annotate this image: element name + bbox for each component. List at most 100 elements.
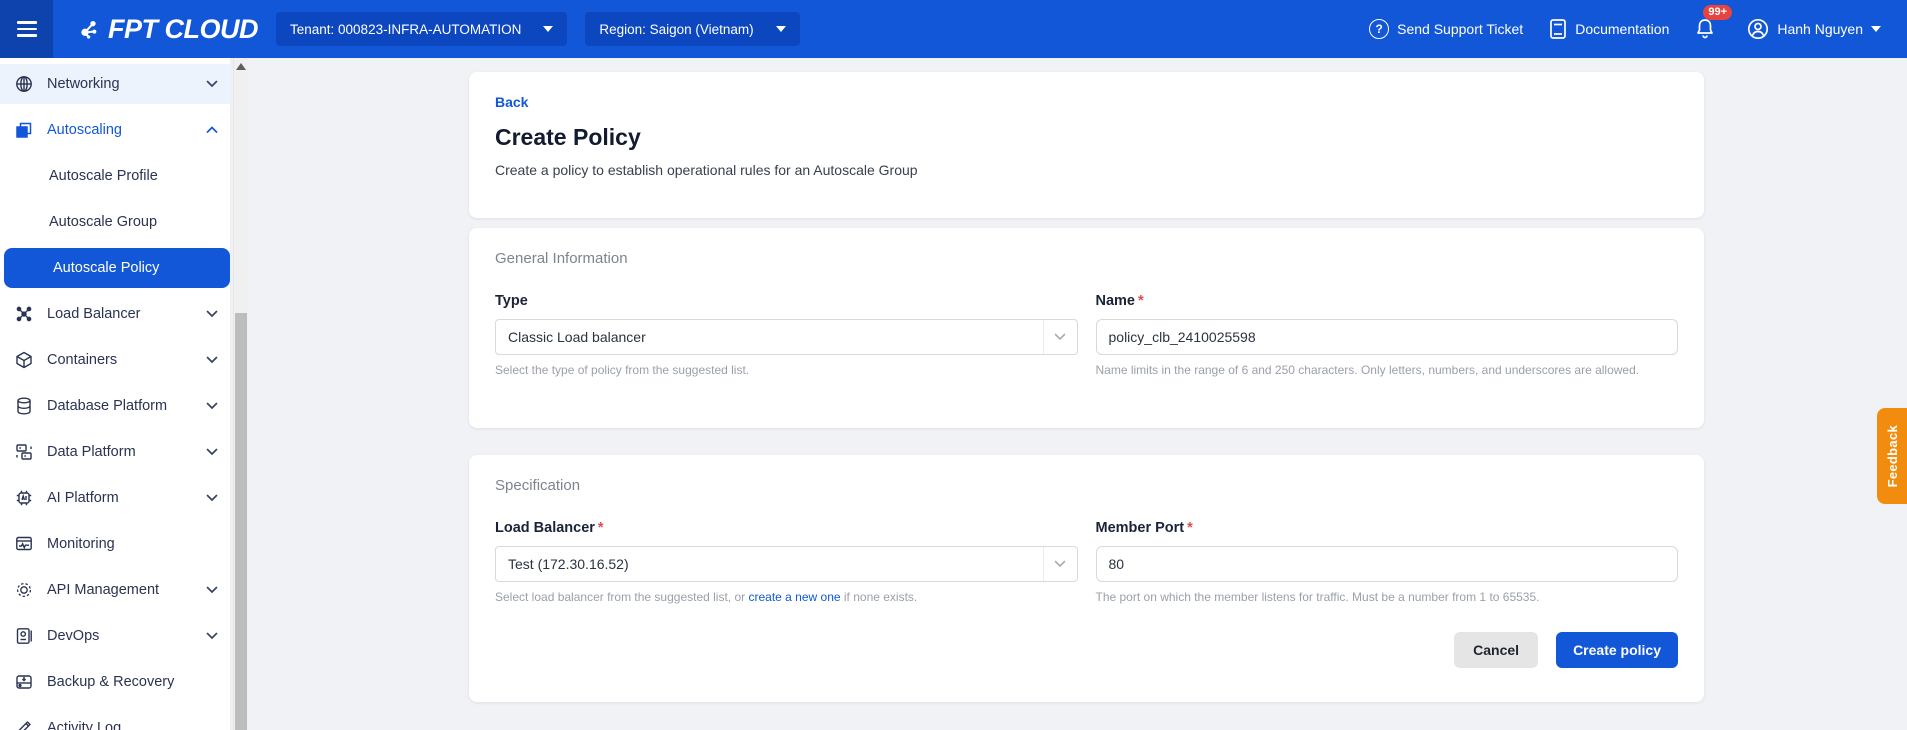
sidebar-item-containers[interactable]: Containers <box>0 340 230 380</box>
chevron-up-icon <box>206 126 218 133</box>
page-scrollbar[interactable] <box>233 58 247 730</box>
name-helper-text: Name limits in the range of 6 and 250 ch… <box>1095 363 1640 377</box>
notifications-button[interactable]: 99+ <box>1695 5 1733 40</box>
send-support-ticket-label: Send Support Ticket <box>1397 21 1524 37</box>
sidebar-item-api-management[interactable]: API Management <box>0 570 230 610</box>
sidebar-item-label: Autoscale Group <box>49 214 158 230</box>
sidebar-item-load-balancer[interactable]: Load Balancer <box>0 294 230 334</box>
tenant-dropdown[interactable]: Tenant: 000823-INFRA-AUTOMATION <box>276 12 568 46</box>
sidebar-item-autoscale-profile[interactable]: Autoscale Profile <box>0 156 230 196</box>
data-platform-icon <box>16 444 32 460</box>
tenant-label: Tenant: 000823-INFRA-AUTOMATION <box>290 21 522 37</box>
sidebar-item-label: API Management <box>47 582 160 598</box>
containers-box-icon <box>16 351 32 369</box>
type-select[interactable]: Classic Load balancer <box>495 319 1078 355</box>
main-content: Back Create Policy Create a policy to es… <box>248 58 1907 730</box>
scrollbar-up-arrow[interactable] <box>236 63 246 70</box>
hamburger-menu-button[interactable] <box>0 0 53 58</box>
chevron-down-icon <box>206 310 218 318</box>
member-port-helper-text: The port on which the member listens for… <box>1095 590 1540 604</box>
chevron-down-icon <box>206 586 218 594</box>
region-label: Region: Saigon (Vietnam) <box>599 21 754 37</box>
sidebar-item-label: Backup & Recovery <box>47 674 175 690</box>
sidebar-item-activity-log[interactable]: Activity Log <box>0 708 230 730</box>
sidebar-item-autoscaling[interactable]: Autoscaling <box>0 110 230 150</box>
back-link[interactable]: Back <box>495 94 528 110</box>
sidebar-item-label: Monitoring <box>47 536 115 552</box>
member-port-label: Member Port * <box>1095 520 1193 536</box>
create-new-load-balancer-link[interactable]: create a new one <box>748 590 840 604</box>
globe-icon <box>16 76 32 92</box>
required-asterisk: * <box>1138 293 1144 309</box>
type-helper-text: Select the type of policy from the sugge… <box>495 363 750 377</box>
chevron-down-icon <box>1871 26 1881 32</box>
sidebar-item-label: Load Balancer <box>47 306 141 322</box>
sidebar-item-label: Containers <box>47 352 118 368</box>
sidebar-item-label: Networking <box>47 76 120 92</box>
sidebar-item-backup-recovery[interactable]: Backup & Recovery <box>0 662 230 702</box>
cancel-button[interactable]: Cancel <box>1454 632 1539 668</box>
sidebar-item-label: Activity Log <box>47 720 122 730</box>
chevron-down-icon <box>543 26 554 32</box>
sidebar-item-ai-platform[interactable]: AI Platform <box>0 478 230 518</box>
sidebar-item-data-platform[interactable]: Data Platform <box>0 432 230 472</box>
user-avatar-icon <box>1748 18 1769 40</box>
chevron-down-icon <box>206 356 218 364</box>
load-balancer-helper-text: Select load balancer from the suggested … <box>495 590 918 604</box>
load-balancer-icon <box>16 306 32 322</box>
bell-icon <box>1697 19 1714 39</box>
feedback-label: Feedback <box>1884 424 1900 488</box>
documentation-label: Documentation <box>1575 21 1670 37</box>
required-asterisk: * <box>1187 520 1193 536</box>
chevron-down-icon <box>206 448 218 456</box>
general-information-card: General Information Type Classic Load ba… <box>469 228 1704 428</box>
sidebar-item-autoscale-group[interactable]: Autoscale Group <box>0 202 230 242</box>
sidebar-item-monitoring[interactable]: Monitoring <box>0 524 230 564</box>
region-dropdown[interactable]: Region: Saigon (Vietnam) <box>585 12 800 46</box>
autoscaling-icon <box>16 122 32 138</box>
chevron-down-icon <box>1042 320 1077 354</box>
devops-icon <box>16 628 32 644</box>
user-menu[interactable]: Hanh Nguyen <box>1747 18 1881 40</box>
sidebar-item-devops[interactable]: DevOps <box>0 616 230 656</box>
type-label: Type <box>495 293 528 309</box>
send-support-ticket-link[interactable]: ? Send Support Ticket <box>1369 19 1523 39</box>
chevron-down-icon <box>775 26 786 32</box>
type-select-value: Classic Load balancer <box>508 329 646 345</box>
section-title-general: General Information <box>495 250 628 267</box>
sidebar-item-label: Autoscale Policy <box>53 260 160 276</box>
scrollbar-thumb[interactable] <box>235 313 247 730</box>
sidebar-item-database-platform[interactable]: Database Platform <box>0 386 230 426</box>
brand-text: FPT CLOUD <box>108 13 259 44</box>
documentation-icon <box>1550 19 1567 39</box>
sidebar-item-autoscale-policy[interactable]: Autoscale Policy <box>4 248 230 288</box>
hamburger-icon <box>16 17 37 40</box>
sidebar-item-label: Autoscale Profile <box>49 168 158 184</box>
sidebar-item-label: Data Platform <box>47 444 136 460</box>
feedback-tab[interactable]: Feedback <box>1877 408 1907 504</box>
chevron-down-icon <box>206 632 218 640</box>
notification-badge: 99+ <box>1703 5 1733 20</box>
fpt-cloud-logo[interactable]: FPT CLOUD <box>79 13 259 45</box>
create-policy-button[interactable]: Create policy <box>1556 632 1678 668</box>
chevron-down-icon <box>1042 547 1077 581</box>
sidebar-item-label: Autoscaling <box>47 122 122 138</box>
required-asterisk: * <box>597 520 604 536</box>
page-header-card: Back Create Policy Create a policy to es… <box>469 72 1704 218</box>
top-navbar: FPT CLOUD Tenant: 000823-INFRA-AUTOMATIO… <box>0 0 1907 58</box>
load-balancer-select[interactable]: Test (172.30.16.52) <box>495 546 1078 582</box>
member-port-input[interactable] <box>1095 546 1678 582</box>
sidebar-item-label: Database Platform <box>47 398 168 414</box>
load-balancer-select-value: Test (172.30.16.52) <box>508 556 629 572</box>
sidebar: Networking Autoscaling Autoscale Profile… <box>0 58 230 730</box>
sidebar-item-label: DevOps <box>47 628 100 644</box>
documentation-link[interactable]: Documentation <box>1549 19 1669 39</box>
monitoring-icon <box>16 536 32 551</box>
sidebar-item-networking[interactable]: Networking <box>0 64 230 104</box>
page-title: Create Policy <box>495 124 641 150</box>
load-balancer-field: Load Balancer * Test (172.30.16.52) Selec… <box>495 520 1078 604</box>
load-balancer-label: Load Balancer * <box>495 520 604 536</box>
form-actions: Cancel Create policy <box>495 632 1678 668</box>
name-input[interactable] <box>1095 319 1678 355</box>
name-field: Name* Name limits in the range of 6 and … <box>1095 293 1678 377</box>
